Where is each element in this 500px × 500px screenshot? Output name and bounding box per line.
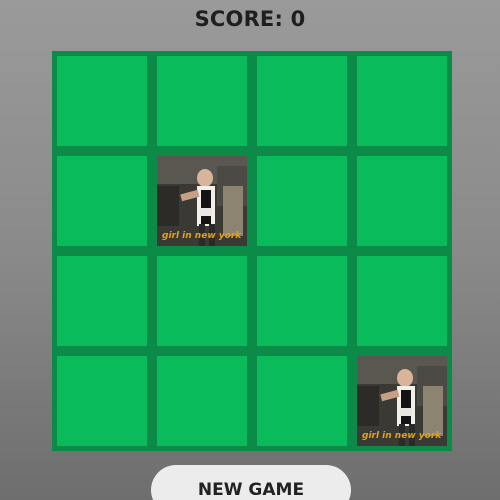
tile[interactable] [157,56,247,146]
tile[interactable] [157,356,247,446]
tile[interactable] [57,256,147,346]
tile[interactable] [357,156,447,246]
tile-revealed[interactable]: girl in new york [157,156,247,246]
tile[interactable] [57,156,147,246]
tile[interactable] [357,256,447,346]
album-caption: girl in new york [362,431,442,441]
game-board: girl in new york girl in new york [52,51,452,451]
tile[interactable] [357,56,447,146]
tile[interactable] [57,56,147,146]
tile[interactable] [157,256,247,346]
new-game-button[interactable]: NEW GAME [151,465,351,500]
score-display: SCORE: 0 [194,7,306,31]
tile-revealed[interactable]: girl in new york [357,356,447,446]
tile[interactable] [257,156,347,246]
tile[interactable] [257,56,347,146]
tile[interactable] [57,356,147,446]
tile[interactable] [257,356,347,446]
tile[interactable] [257,256,347,346]
album-caption: girl in new york [162,231,242,241]
